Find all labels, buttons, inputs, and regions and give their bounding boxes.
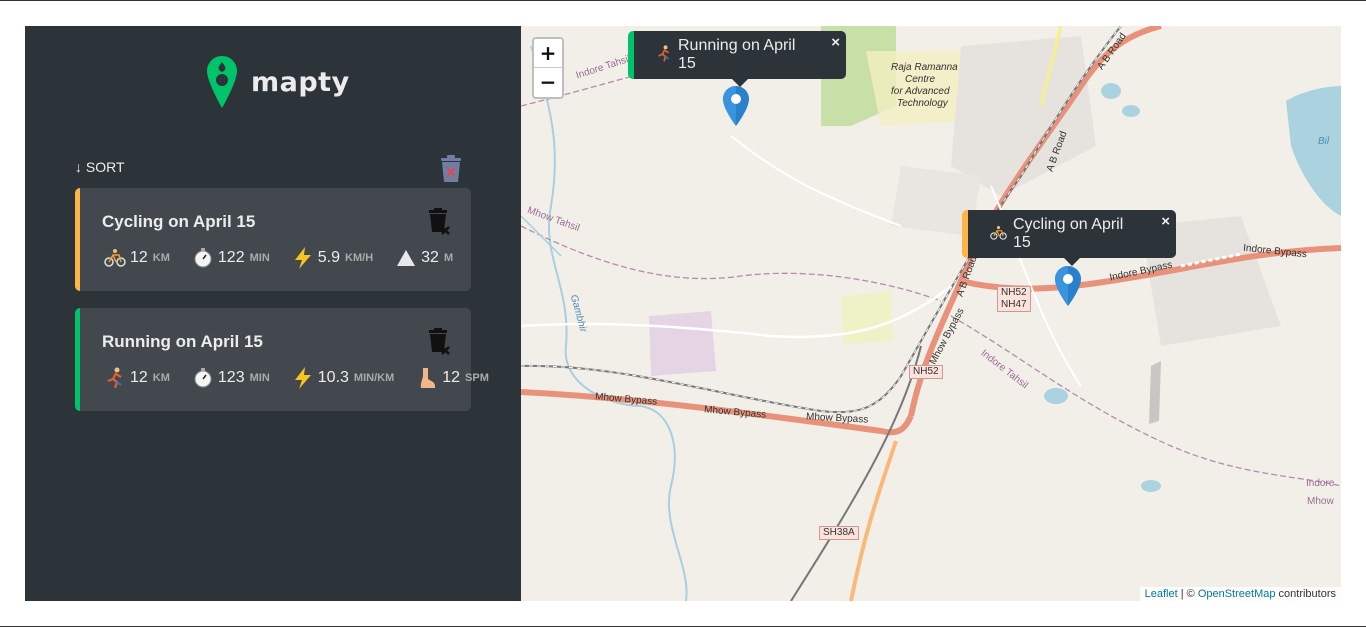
workout-details: 12 km 122 min 5.9 km/h	[104, 247, 475, 269]
detail-value: 12	[130, 369, 148, 386]
detail-cadence: 12 spm	[416, 367, 489, 389]
popup-close-button[interactable]: ×	[1161, 213, 1170, 230]
stopwatch-icon	[192, 367, 214, 389]
lightning-icon	[292, 247, 314, 269]
zoom-in-button[interactable]: +	[534, 39, 562, 68]
map-label-indore: Indore	[1306, 478, 1335, 489]
popup-tip	[1063, 257, 1081, 266]
road-shield-sh38a: SH38A	[819, 526, 859, 540]
zoom-out-button[interactable]: −	[534, 68, 562, 97]
detail-value: 5.9	[317, 249, 341, 266]
map-label-raja-ramanna: Raja Ramanna Centre for Advanced Technol…	[891, 62, 958, 109]
detail-unit: min	[249, 252, 270, 264]
popup-cycling[interactable]: Cycling on April 15 ×	[962, 210, 1176, 266]
leaflet-link[interactable]: Leaflet	[1145, 588, 1178, 600]
osm-link[interactable]: OpenStreetMap	[1198, 588, 1276, 600]
sidebar: mapty ↓ SORT Cycling on April 15 12 KM 1…	[25, 26, 521, 601]
bicycle-icon	[990, 225, 1007, 243]
detail-value: 123	[217, 369, 245, 386]
app-name: mapty	[251, 66, 350, 98]
zoom-control: + −	[532, 37, 564, 99]
detail-duration: 122 min	[192, 247, 270, 269]
map-attribution: Leaflet | © OpenStreetMap contributors	[1139, 587, 1341, 601]
workout-title: Running on April 15	[102, 332, 263, 351]
delete-workout-icon[interactable]	[427, 208, 451, 236]
foot-icon	[416, 367, 438, 389]
road-shield-nh52: NH52	[909, 365, 943, 379]
runner-icon	[104, 367, 126, 389]
detail-unit: km	[152, 252, 170, 264]
detail-unit: spm	[465, 372, 489, 384]
attribution-suffix: contributors	[1275, 588, 1336, 600]
map-marker-running[interactable]	[723, 86, 749, 126]
workout-card-cycling[interactable]: Cycling on April 15 12 km	[75, 188, 471, 291]
popup-label: Cycling on April 15	[1013, 216, 1124, 251]
workout-details: 12 km 123 min 10.3 min/km	[104, 367, 511, 389]
detail-pace: 10.3 min/km	[292, 367, 394, 389]
detail-value: 12	[442, 369, 461, 386]
detail-value: 32	[421, 249, 439, 266]
popup-close-button[interactable]: ×	[831, 34, 840, 51]
detail-value: 12	[130, 249, 148, 266]
lightning-icon	[292, 367, 314, 389]
delete-workout-icon[interactable]	[427, 328, 451, 356]
app-container: mapty ↓ SORT Cycling on April 15 12 KM 1…	[25, 26, 1341, 601]
runner-icon	[656, 45, 672, 65]
map-tiles[interactable]	[521, 26, 1341, 601]
attribution-separator: | ©	[1177, 588, 1198, 600]
stopwatch-icon	[192, 247, 214, 269]
workout-card-running[interactable]: Running on April 15 12 km	[75, 308, 489, 411]
map[interactable]: Raja Ramanna Centre for Advanced Technol…	[521, 26, 1341, 601]
map-label-lake: Bil	[1318, 136, 1330, 147]
popup-label: Running on April 15	[678, 37, 796, 72]
sort-button[interactable]: ↓ SORT	[75, 159, 125, 175]
detail-unit: min	[249, 372, 270, 384]
detail-unit: min/km	[353, 372, 395, 384]
delete-all-trash-icon[interactable]	[439, 155, 463, 183]
detail-unit: km	[152, 372, 170, 384]
logo: mapty	[207, 56, 350, 108]
detail-unit: m	[443, 252, 454, 264]
detail-distance: 12 km	[104, 247, 170, 269]
popup-running[interactable]: Running on April 15 ×	[628, 31, 846, 87]
detail-elevation: 32 m	[395, 247, 453, 269]
detail-duration: 123 min	[192, 367, 270, 389]
map-label-mhow: Mhow	[1307, 496, 1334, 507]
bicycle-icon	[104, 247, 126, 269]
detail-value: 10.3	[317, 369, 349, 386]
detail-value: 122	[217, 249, 245, 266]
detail-distance: 12 km	[104, 367, 170, 389]
mountain-icon	[395, 247, 417, 269]
workout-title: Cycling on April 15	[102, 212, 256, 231]
detail-unit: km/h	[345, 252, 374, 264]
road-shield-nh52-nh47: NH52 NH47	[997, 286, 1031, 312]
map-marker-cycling[interactable]	[1055, 266, 1081, 306]
detail-speed: 5.9 km/h	[292, 247, 373, 269]
map-pin-logo-icon	[207, 56, 237, 108]
